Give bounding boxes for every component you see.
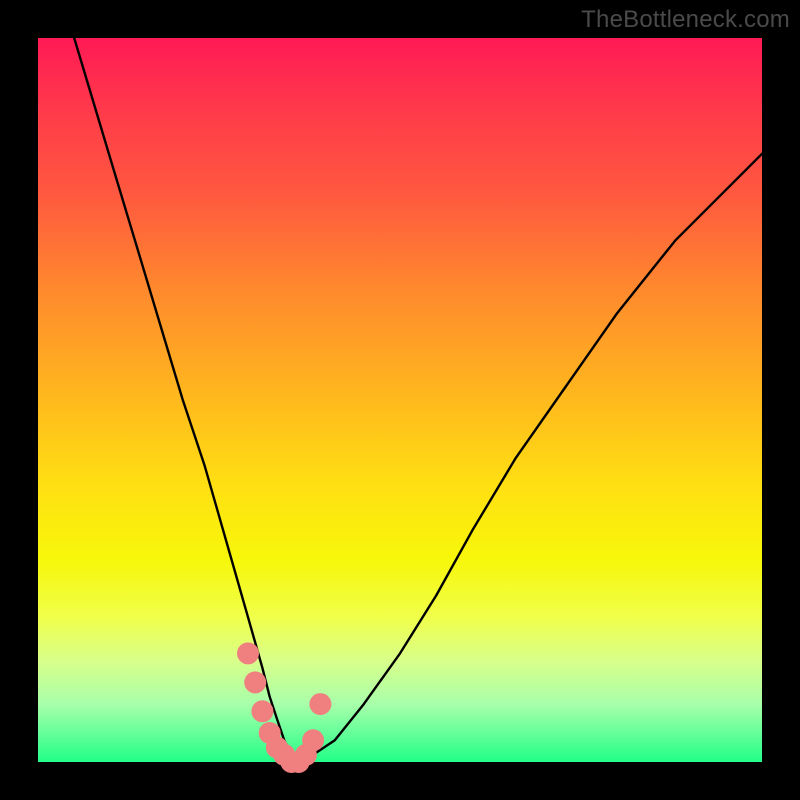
plot-area: [38, 38, 762, 762]
chart-container: TheBottleneck.com: [0, 0, 800, 800]
highlight-marker: [251, 700, 273, 722]
highlight-marker: [237, 642, 259, 664]
bottleneck-curve: [38, 38, 762, 762]
highlight-marker: [302, 729, 324, 751]
highlight-marker: [244, 671, 266, 693]
bottleneck-curve-path: [74, 38, 762, 762]
watermark-text: TheBottleneck.com: [581, 6, 790, 34]
highlight-marker: [309, 693, 331, 715]
